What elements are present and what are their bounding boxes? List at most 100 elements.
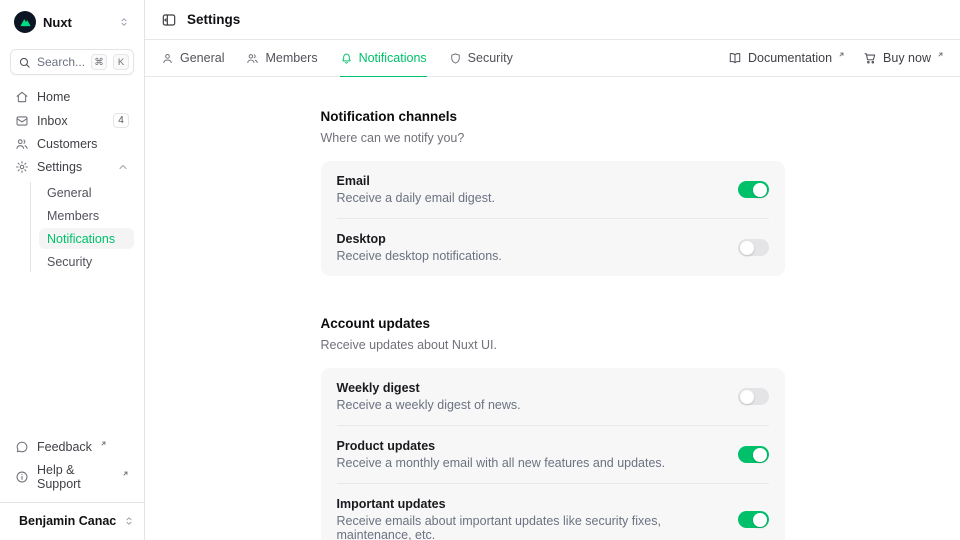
team-switcher[interactable]: Nuxt <box>10 8 134 36</box>
weekly-digest-setting-row: Weekly digest Receive a weekly digest of… <box>321 368 785 425</box>
sidebar-item-members[interactable]: Members <box>39 205 134 226</box>
toggle-knob <box>753 513 767 527</box>
chevrons-up-down-icon <box>118 16 130 28</box>
search-icon <box>18 56 31 69</box>
setting-description: Receive a monthly email with all new fea… <box>337 456 722 470</box>
tab-notifications[interactable]: Notifications <box>340 41 427 77</box>
sidebar-item-inbox[interactable]: Inbox 4 <box>10 110 134 131</box>
setting-description: Receive a daily email digest. <box>337 191 722 205</box>
chevrons-up-down-icon <box>123 515 135 527</box>
setting-label: Desktop <box>337 232 722 246</box>
section-description: Where can we notify you? <box>321 131 785 145</box>
inbox-count-badge: 4 <box>113 113 129 128</box>
sidebar-item-general[interactable]: General <box>39 182 134 203</box>
external-link-icon <box>838 51 845 58</box>
home-icon <box>15 90 29 104</box>
main-panel: Settings General Members Notifications <box>145 0 960 540</box>
setting-label: Email <box>337 174 722 188</box>
setting-description: Receive emails about important updates l… <box>337 514 722 540</box>
sidebar-item-label: Home <box>37 90 129 104</box>
section-description: Receive updates about Nuxt UI. <box>321 338 785 352</box>
toggle-knob <box>740 241 754 255</box>
feedback-label: Feedback <box>37 440 92 454</box>
help-support-label: Help & Support <box>37 463 114 491</box>
user-icon <box>161 52 174 65</box>
sidebar-item-notifications[interactable]: Notifications <box>39 228 134 249</box>
settings-tabbar: General Members Notifications Security <box>145 40 960 77</box>
toggle-knob <box>753 448 767 462</box>
inbox-icon <box>15 114 29 128</box>
help-support-link[interactable]: Help & Support <box>10 460 134 494</box>
gear-icon <box>15 160 29 174</box>
sidebar-item-security[interactable]: Security <box>39 251 134 272</box>
tab-label: General <box>180 51 224 65</box>
buy-now-link[interactable]: Buy now <box>863 51 944 65</box>
notification-channels-card: Email Receive a daily email digest. Desk… <box>321 161 785 276</box>
search-input[interactable]: Search... ⌘ K <box>10 49 134 75</box>
notification-channels-section: Notification channels Where can we notif… <box>321 109 785 276</box>
setting-description: Receive desktop notifications. <box>337 249 722 263</box>
sidebar-item-customers[interactable]: Customers <box>10 134 134 154</box>
settings-content: Notification channels Where can we notif… <box>145 77 960 540</box>
sidebar-item-label: Customers <box>37 137 129 151</box>
tab-label: Notifications <box>359 51 427 65</box>
header-links: Documentation Buy now <box>728 51 944 65</box>
external-link-icon <box>100 440 107 447</box>
sidebar-item-settings[interactable]: Settings <box>10 157 134 177</box>
weekly-digest-toggle[interactable] <box>738 388 769 405</box>
kbd-cmd: ⌘ <box>91 54 107 70</box>
page-title: Settings <box>187 12 240 27</box>
team-name: Nuxt <box>43 15 111 30</box>
buy-now-label: Buy now <box>883 51 931 65</box>
search-placeholder: Search... <box>37 55 85 69</box>
email-toggle[interactable] <box>738 181 769 198</box>
sidebar-item-label: Inbox <box>37 114 105 128</box>
sidebar-spacer <box>10 272 134 437</box>
tab-label: Security <box>468 51 513 65</box>
user-menu[interactable]: Benjamin Canac <box>0 502 144 540</box>
desktop-toggle[interactable] <box>738 239 769 256</box>
setting-label: Product updates <box>337 439 722 453</box>
important-updates-setting-row: Important updates Receive emails about i… <box>321 484 785 540</box>
desktop-setting-row: Desktop Receive desktop notifications. <box>321 219 785 276</box>
documentation-label: Documentation <box>748 51 832 65</box>
setting-label: Important updates <box>337 497 722 511</box>
account-updates-section: Account updates Receive updates about Nu… <box>321 316 785 540</box>
tab-general[interactable]: General <box>161 41 224 77</box>
message-circle-icon <box>15 440 29 454</box>
sidebar-item-label: Settings <box>37 160 109 174</box>
sidebar-footer-links: Feedback Help & Support <box>10 437 134 502</box>
users-icon <box>15 137 29 151</box>
external-link-icon <box>937 51 944 58</box>
feedback-link[interactable]: Feedback <box>10 437 134 457</box>
tab-security[interactable]: Security <box>449 41 513 77</box>
toggle-knob <box>740 390 754 404</box>
product-updates-setting-row: Product updates Receive a monthly email … <box>321 426 785 483</box>
kbd-k: K <box>113 54 129 70</box>
cart-icon <box>863 51 877 65</box>
book-open-icon <box>728 51 742 65</box>
toggle-knob <box>753 183 767 197</box>
sidebar-nav: Home Inbox 4 Customers Settings <box>10 87 134 272</box>
external-link-icon <box>122 470 129 477</box>
important-updates-toggle[interactable] <box>738 511 769 528</box>
info-circle-icon <box>15 470 29 484</box>
tab-members[interactable]: Members <box>246 41 317 77</box>
sidebar-item-home[interactable]: Home <box>10 87 134 107</box>
account-updates-card: Weekly digest Receive a weekly digest of… <box>321 368 785 540</box>
email-setting-row: Email Receive a daily email digest. <box>321 161 785 218</box>
section-title: Account updates <box>321 316 785 331</box>
documentation-link[interactable]: Documentation <box>728 51 845 65</box>
product-updates-toggle[interactable] <box>738 446 769 463</box>
shield-icon <box>449 52 462 65</box>
chevron-up-icon <box>117 161 129 173</box>
user-name: Benjamin Canac <box>19 514 116 528</box>
setting-description: Receive a weekly digest of news. <box>337 398 722 412</box>
section-title: Notification channels <box>321 109 785 124</box>
users-icon <box>246 52 259 65</box>
panel-left-close-icon[interactable] <box>161 12 177 28</box>
sidebar: Nuxt Search... ⌘ K Home <box>0 0 145 540</box>
nuxt-logo-icon <box>14 11 36 33</box>
app-window: Nuxt Search... ⌘ K Home <box>0 0 960 540</box>
setting-label: Weekly digest <box>337 381 722 395</box>
